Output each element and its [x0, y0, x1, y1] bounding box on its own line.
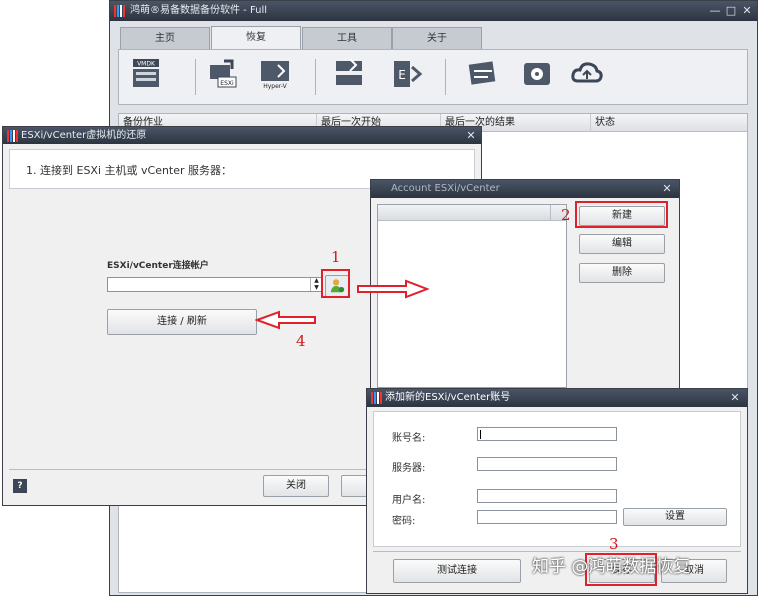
toolbar-separator: [315, 59, 316, 95]
close-icon[interactable]: ✕: [739, 1, 755, 21]
server-input[interactable]: [477, 457, 617, 471]
svg-text:Hyper-V: Hyper-V: [263, 83, 287, 90]
close-icon[interactable]: ✕: [463, 127, 479, 144]
server-label: 服务器:: [392, 463, 426, 474]
help-button[interactable]: ?: [13, 479, 27, 493]
step-number-3: 3: [609, 535, 619, 553]
svg-text:ESXi: ESXi: [220, 80, 234, 87]
close-icon[interactable]: ✕: [659, 180, 675, 198]
red-arrow-left: [255, 310, 316, 330]
edit-account-button[interactable]: 编辑: [579, 234, 665, 254]
account-dialog-titlebar: Account ESXi/vCenter ✕: [371, 180, 679, 198]
test-connection-button[interactable]: 测试连接: [393, 559, 521, 583]
tab-home[interactable]: 主页: [120, 27, 210, 49]
main-titlebar: 鸿萌®易备数据备份软件 - Full — □ ✕: [110, 1, 757, 21]
account-label: ESXi/vCenter连接帐户: [107, 261, 209, 271]
vmdk-restore-icon[interactable]: VMDK: [130, 57, 164, 91]
app-logo-icon: [371, 392, 383, 404]
svg-text:VMDK: VMDK: [137, 61, 156, 68]
step-title: 1. 连接到 ESXi 主机或 vCenter 服务器：: [26, 164, 233, 177]
close-button[interactable]: 关闭: [263, 475, 329, 497]
toolbar-separator: [195, 59, 196, 95]
highlight-account-manager: [321, 269, 350, 298]
app-logo-icon: [7, 130, 19, 142]
password-label: 密码:: [392, 516, 416, 527]
hyperv-restore-icon[interactable]: Hyper-V: [258, 57, 292, 91]
account-name-input[interactable]: [477, 427, 617, 441]
watermark: 知乎 @鸿萌数据恢复: [532, 557, 691, 577]
red-arrow-right: [357, 279, 430, 299]
tab-tools[interactable]: 工具: [302, 27, 392, 49]
app-logo-icon: [114, 5, 126, 17]
username-input[interactable]: [477, 489, 617, 503]
help-icon: ?: [17, 481, 23, 491]
account-name-label: 账号名:: [392, 433, 426, 444]
text-cursor: [480, 430, 481, 439]
step-number-4: 4: [296, 332, 306, 350]
tab-restore[interactable]: 恢复: [211, 26, 301, 50]
cloud-restore-icon[interactable]: [570, 57, 604, 91]
disk-restore-icon[interactable]: [520, 57, 554, 91]
delete-account-button[interactable]: 删除: [579, 263, 665, 283]
server-restore-icon[interactable]: [332, 57, 366, 91]
esxi-dialog-titlebar: ESXi/vCenter虚拟机的还原 ✕: [3, 127, 481, 144]
close-icon[interactable]: ✕: [727, 389, 743, 407]
highlight-new-button: [575, 201, 668, 228]
account-dialog-title: Account ESXi/vCenter: [391, 183, 500, 194]
svg-text:E: E: [398, 68, 406, 82]
username-label: 用户名:: [392, 495, 426, 506]
exchange-restore-icon[interactable]: E: [390, 57, 424, 91]
toolbar-separator: [445, 59, 446, 95]
connect-refresh-button[interactable]: 连接 / 刷新: [107, 309, 257, 335]
esxi-dialog-title: ESXi/vCenter虚拟机的还原: [21, 130, 147, 141]
account-select[interactable]: ▲ ▼: [107, 277, 323, 292]
ftp-restore-icon[interactable]: [466, 57, 500, 91]
account-list-header: [378, 205, 566, 221]
minimize-icon[interactable]: —: [707, 1, 723, 21]
maximize-icon[interactable]: □: [723, 1, 739, 21]
column-status[interactable]: 状态: [591, 114, 749, 132]
add-dialog-titlebar: 添加新的ESXi/vCenter账号 ✕: [367, 389, 747, 407]
settings-button[interactable]: 设置: [623, 508, 727, 526]
tab-about[interactable]: 关于: [392, 27, 482, 49]
password-input[interactable]: [477, 510, 617, 524]
step-number-2: 2: [561, 206, 571, 224]
main-title: 鸿萌®易备数据备份软件 - Full: [130, 5, 268, 16]
step-number-1: 1: [331, 248, 341, 266]
add-dialog-title: 添加新的ESXi/vCenter账号: [385, 392, 511, 403]
esxi-restore-icon[interactable]: ESXi: [206, 57, 240, 91]
